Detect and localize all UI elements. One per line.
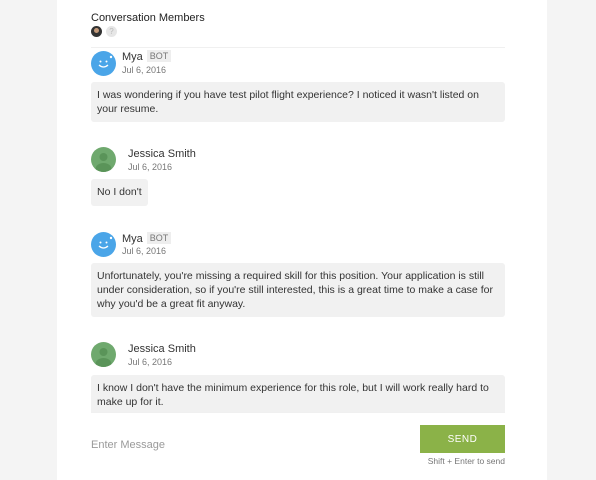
- members-title: Conversation Members: [91, 12, 205, 24]
- bot-badge: BOT: [146, 232, 172, 244]
- user-avatar-icon: [91, 342, 116, 367]
- divider: [91, 412, 505, 413]
- send-button[interactable]: SEND: [420, 425, 505, 453]
- message-input[interactable]: [91, 436, 351, 454]
- sender-name: Mya BOT: [122, 50, 172, 63]
- message-date: Jul 6, 2016: [128, 162, 173, 172]
- unknown-member-avatar[interactable]: ?: [106, 26, 117, 37]
- sender-name: Jessica Smith: [128, 343, 196, 355]
- bot-avatar-icon: [91, 51, 116, 76]
- divider: [91, 47, 505, 48]
- message-date: Jul 6, 2016: [122, 246, 167, 256]
- message-date: Jul 6, 2016: [122, 65, 167, 75]
- bot-avatar-icon: [91, 232, 116, 257]
- send-hint: Shift + Enter to send: [427, 456, 505, 466]
- member-avatar[interactable]: [91, 26, 102, 37]
- conversation-panel: Conversation Members ? Mya BOT Jul 6, 201…: [57, 0, 547, 480]
- message-date: Jul 6, 2016: [128, 357, 173, 367]
- message-bubble: No I don't: [91, 179, 148, 206]
- user-avatar-icon: [91, 147, 116, 172]
- sender-name: Jessica Smith: [128, 148, 196, 160]
- message-bubble: I know I don't have the minimum experien…: [91, 375, 505, 412]
- bot-badge: BOT: [146, 50, 172, 62]
- sender-name: Mya BOT: [122, 232, 172, 245]
- message-bubble: I was wondering if you have test pilot f…: [91, 82, 505, 122]
- message-bubble: Unfortunately, you're missing a required…: [91, 263, 505, 317]
